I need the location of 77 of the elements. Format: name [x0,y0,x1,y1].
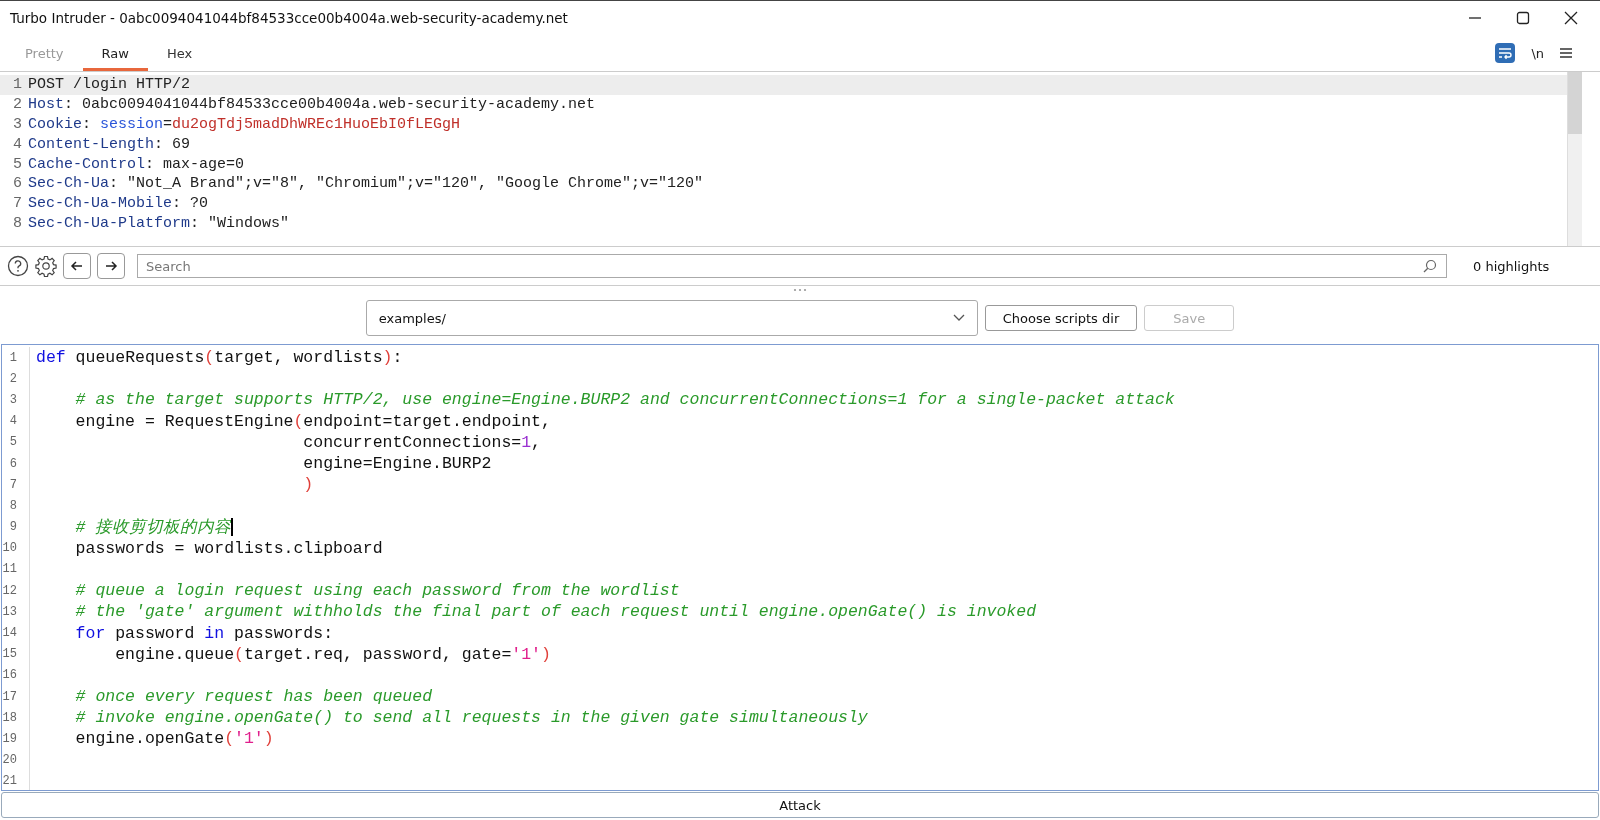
code-line: def queueRequests(target, wordlists): [35,348,403,368]
line-number: 11 [2,558,30,581]
request-line: Cache-Control: max-age=0 [28,155,245,173]
request-line: Host: 0abc0094041044bf84533cce00b4004a.web-security-academy.net [28,96,596,114]
close-icon[interactable] [1564,10,1578,25]
back-button[interactable] [63,253,91,279]
code-line: concurrentConnections=1, [302,432,541,452]
request-line: Cookie: session=du2ogTdj5madDhWREc1HuoEbI0fLEGgH [28,116,461,133]
line-number: 21 [2,770,30,790]
request-line: Content-Length: 69 [28,135,191,153]
right-arrow-icon [104,259,118,273]
scrollbar-thumb[interactable] [1568,72,1582,134]
line-number: 14 [2,622,30,644]
code-editor[interactable] [1,344,1599,791]
line-number: 15 [2,643,30,665]
code-line: # once every request has been queued [74,687,433,707]
code-line: engine=Engine.BURP2 [302,454,492,474]
chevron-down-icon [952,314,965,322]
splitter-handle-icon[interactable] [792,288,808,292]
code-line: passwords = wordlists.clipboard [74,538,383,558]
line-number: 16 [2,664,30,686]
line-number: 4 [12,135,23,153]
code-line: engine.queue(target.req, password, gate='1') [114,644,551,664]
search-icon [1423,259,1437,273]
line-number: 3 [2,389,30,411]
attack-button[interactable]: Attack [1,792,1599,818]
line-number: 20 [2,749,30,771]
line-number: 1 [12,76,23,94]
code-line: engine.openGate('1') [74,729,274,749]
line-number: 19 [2,728,30,750]
line-number: 12 [2,580,30,602]
view-tab[interactable]: Raw [82,38,148,71]
line-number: 7 [12,195,23,213]
forward-button[interactable] [97,253,125,279]
line-number: 13 [2,601,30,623]
code-line: # 接收剪切板的内容 [74,517,232,539]
settings-icon[interactable] [35,255,57,277]
maximize-icon[interactable] [1516,10,1530,25]
code-line: # invoke engine.openGate() to send all requests in the given gate simultaneously [74,708,868,728]
request-line: Sec-Ch-Ua-Mobile: ?0 [28,195,209,213]
line-number: 6 [2,452,30,475]
search-field[interactable]: Search [137,254,1447,278]
window-title: Turbo Intruder - 0abc0094041044bf84533cce00b4004a.web-security-academy.net [10,9,568,26]
line-number: 17 [2,686,30,708]
line-number: 10 [2,537,30,559]
code-line: for password in passwords: [74,623,334,643]
choose-scripts-dir-button[interactable]: Choose scripts dir [984,305,1138,331]
view-tab[interactable]: Hex [147,38,212,71]
code-line: # as the target supports HTTP/2, use engine=Engine.BURP2 and concurrentConnections=1 for a single-packet attack [74,390,1175,410]
newline-toggle[interactable]: \n [1531,45,1544,61]
code-line: ) [302,475,314,495]
request-line: Sec-Ch-Ua-Platform: "Windows" [28,214,290,232]
line-number: 6 [12,175,23,193]
line-number: 18 [2,707,30,729]
script-path-dropdown[interactable]: examples/ [365,300,978,336]
left-arrow-icon [70,259,84,273]
line-number: 2 [12,96,23,114]
code-line: # queue a login request using each password from the wordlist [74,581,680,601]
line-number: 1 [2,347,30,369]
line-number: 5 [12,155,23,173]
line-number: 3 [12,116,23,133]
line-number: 8 [2,495,30,517]
code-line: engine = RequestEngine(endpoint=target.endpoint, [74,411,551,431]
code-line: # the 'gate' argument withholds the final part of each request until engine.openGate() is invoked [74,602,1037,622]
request-line: POST /login HTTP/2 [28,76,191,94]
line-number: 8 [12,214,23,232]
line-number: 7 [2,474,30,496]
highlight-count: 0 highlights [1473,258,1550,274]
help-icon[interactable] [7,255,29,277]
line-number: 5 [2,431,30,453]
line-number: 9 [2,516,30,538]
line-number: 2 [2,368,30,390]
menu-icon[interactable] [1560,47,1572,59]
line-number: 4 [2,410,30,432]
wrap-lines-icon[interactable] [1495,43,1516,63]
request-line: Sec-Ch-Ua: "Not_A Brand";v="8", "Chromium";v="120", "Google Chrome";v="120" [28,175,704,193]
scrollbar[interactable] [1567,72,1582,246]
